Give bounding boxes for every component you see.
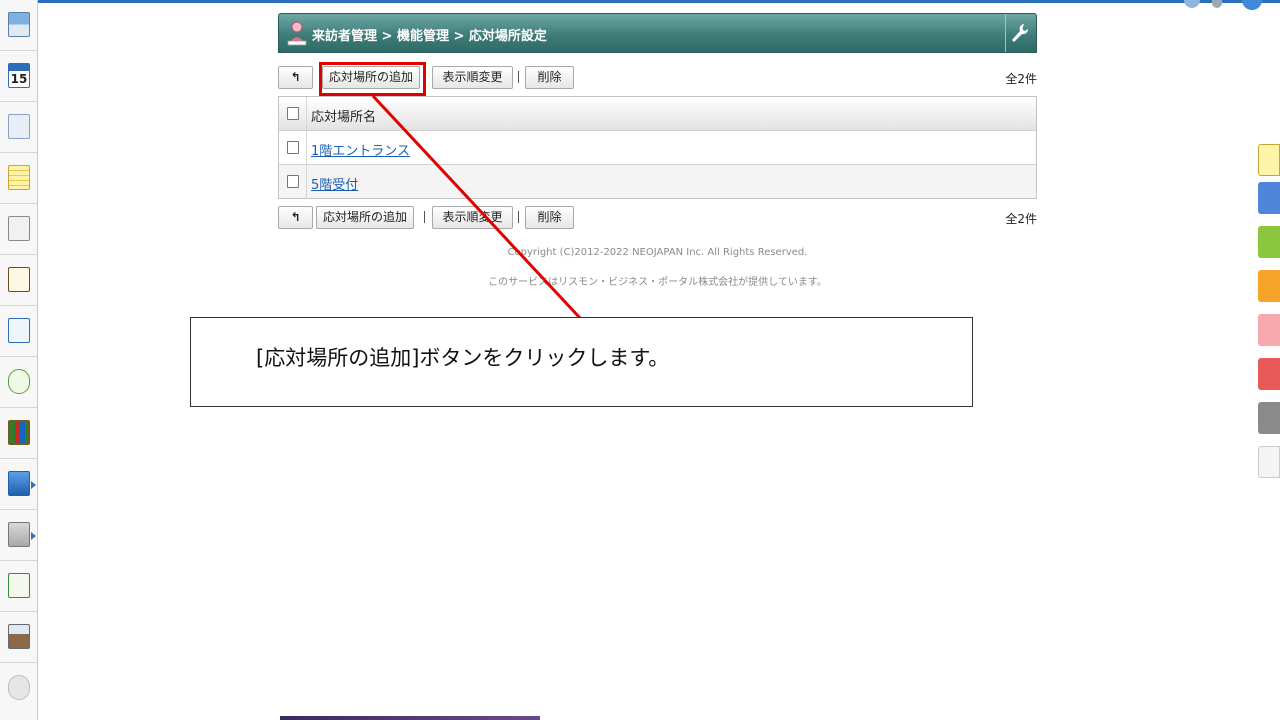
sidebar-item-photo[interactable] [0,612,37,663]
left-sidebar: 15 [0,0,38,720]
table-row: 1階エントランス [279,131,1036,165]
calendar-day: 15 [10,72,28,86]
red-tab[interactable] [1258,358,1280,390]
sidebar-item-clipboard[interactable] [0,255,37,306]
expand-arrow-icon [31,481,36,489]
sidebar-item-folder[interactable] [0,510,37,561]
visitor-icon [8,114,30,139]
sidebar-item-portal[interactable] [0,0,37,51]
instruction-callout: [応対場所の追加]ボタンをクリックします。 [190,317,973,407]
toolbar-bottom: ↰ 応対場所の追加 表示順変更 削除 全2件 [278,206,1037,230]
board-icon [8,216,30,241]
note-tab[interactable] [1258,144,1280,176]
record-count: 全2件 [1005,212,1037,226]
column-divider [306,165,307,199]
gear-icon [8,675,30,700]
cabinet-icon [8,420,30,445]
pencil-tab[interactable] [1258,446,1280,478]
search-check-icon [8,318,30,343]
sidebar-item-settings[interactable] [0,663,37,714]
sidebar-item-visitor[interactable] [0,102,37,153]
table-row: 5階受付 [279,165,1036,199]
provider-text: このサービスはリスモン・ビジネス・ポータル株式会社が提供しています。 [488,277,827,288]
highlight-box [319,62,426,96]
sidebar-item-memo[interactable] [0,153,37,204]
photo-badge-icon [8,624,30,649]
back-button[interactable]: ↰ [278,206,313,229]
sidebar-item-cabinet[interactable] [0,408,37,459]
table-header-row: 応対場所名 [279,97,1036,131]
toolbar-divider [518,71,519,83]
help-icon[interactable] [1242,0,1262,10]
column-divider [306,131,307,165]
calendar-icon: 15 [8,63,30,88]
row-checkbox[interactable] [287,141,299,154]
sidebar-item-board[interactable] [0,204,37,255]
clipboard-icon [8,267,30,292]
select-all-checkbox[interactable] [287,107,299,120]
row-checkbox[interactable] [287,175,299,188]
back-arrow-icon: ↰ [290,70,301,84]
location-link[interactable]: 1階エントランス [311,140,410,159]
neo-icon [8,471,30,496]
delete-button[interactable]: 削除 [525,66,574,89]
pink-tab[interactable] [1258,314,1280,346]
header-divider [1005,14,1006,52]
page-title: 来訪者管理 > 機能管理 > 応対場所設定 [312,29,547,44]
recycle-icon [8,369,30,394]
app-badge-icon [8,573,30,598]
change-order-button[interactable]: 表示順変更 [432,66,513,89]
toolbar-divider [518,211,519,223]
top-bar [0,0,1280,3]
sidebar-item-app[interactable] [0,561,37,612]
taskbar-strip [280,716,540,720]
location-link[interactable]: 5階受付 [311,174,358,193]
delete-button[interactable]: 削除 [525,206,574,229]
portal-icon [8,12,30,37]
add-location-button[interactable]: 応対場所の追加 [316,206,414,229]
copyright-text: Copyright (C)2012-2022 NEOJAPAN Inc. All… [507,247,808,258]
sidebar-item-calendar[interactable]: 15 [0,51,37,102]
column-header-name: 応対場所名 [311,110,377,125]
location-table: 応対場所名 1階エントランス 5階受付 [278,96,1037,199]
wrench-icon[interactable] [1009,22,1029,44]
pin-icon[interactable] [1212,0,1222,8]
green-tab[interactable] [1258,226,1280,258]
user-icon[interactable] [1184,0,1200,8]
back-button[interactable]: ↰ [278,66,313,89]
right-tabs [1256,136,1280,486]
back-arrow-icon: ↰ [290,210,301,224]
expand-arrow-icon [31,532,36,540]
folder-icon [8,522,30,547]
blue-tab[interactable] [1258,182,1280,214]
change-order-button[interactable]: 表示順変更 [432,206,513,229]
orange-tab[interactable] [1258,270,1280,302]
memo-icon [8,165,30,190]
sidebar-item-search[interactable] [0,306,37,357]
sidebar-item-neo[interactable] [0,459,37,510]
sidebar-item-recycle[interactable] [0,357,37,408]
page-header: 来訪者管理 > 機能管理 > 応対場所設定 [278,13,1037,53]
column-divider [306,97,307,131]
top-icons [1182,0,1272,12]
gray-tab[interactable] [1258,402,1280,434]
visitor-person-icon [287,21,307,46]
toolbar-divider [424,211,425,223]
record-count: 全2件 [1005,72,1037,86]
instruction-text: [応対場所の追加]ボタンをクリックします。 [256,346,670,370]
